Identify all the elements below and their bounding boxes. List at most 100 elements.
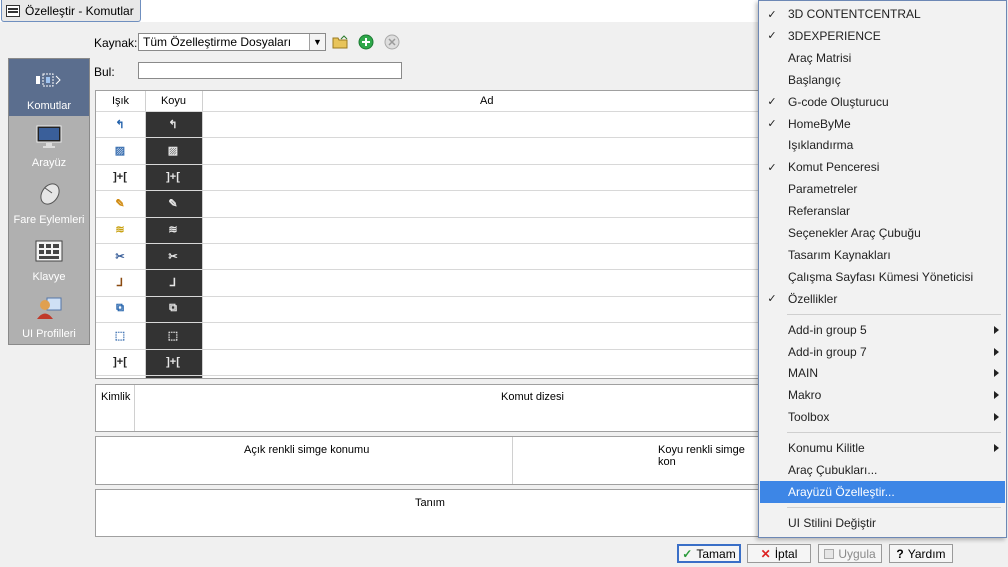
menu-item[interactable]: Arayüzü Özelleştir... (760, 480, 1005, 503)
menu-item[interactable]: Add-in group 5 (760, 319, 1005, 341)
table-row[interactable]: ⬚ ⬚ (96, 322, 764, 348)
menu-item-label: Referanslar (788, 204, 851, 219)
menu-item[interactable]: Referanslar (760, 200, 1005, 222)
command-light-icon: ▨ (114, 144, 126, 157)
nav-item-interface[interactable]: Arayüz (9, 116, 89, 173)
menu-item[interactable]: Araç Matrisi (760, 47, 1005, 69)
find-input[interactable] (138, 62, 402, 79)
row-divider (96, 163, 764, 165)
commands-icon (34, 68, 64, 92)
menu-item[interactable]: ✓ Komut Penceresi (760, 156, 1005, 178)
icon-location-box: Açık renkli simge konumu Koyu renkli sim… (95, 436, 765, 485)
menu-item[interactable]: Makro (760, 384, 1005, 406)
command-light-icon: ✂ (115, 250, 125, 263)
menu-item-label: Konumu Kilitle (788, 441, 865, 456)
row-divider (96, 243, 764, 244)
menu-item[interactable]: Add-in group 7 (760, 341, 1005, 363)
chevron-right-icon (994, 413, 999, 422)
menu-item-label: Makro (788, 388, 822, 403)
nav-item-ui-profiles[interactable]: UI Profilleri (9, 287, 89, 344)
menu-item[interactable]: Tasarım Kaynakları (760, 244, 1005, 266)
open-folder-icon (332, 35, 348, 49)
close-icon: ✕ (760, 546, 771, 561)
menu-item[interactable]: ✓ 3D CONTENTCENTRAL (760, 3, 1005, 25)
description-label: Tanım (415, 497, 445, 509)
row-divider (96, 216, 764, 218)
menu-item[interactable]: ✓ HomeByMe (760, 113, 1005, 135)
table-row[interactable]: ✂ ✂ (96, 243, 764, 269)
id-label: Kimlik (101, 391, 131, 403)
table-row[interactable]: ⅃ ⅃ (96, 269, 764, 295)
command-dark-icon: ✎ (168, 197, 178, 210)
command-dark-icon: ⧉ (169, 302, 177, 315)
menu-item-label: Seçenekler Araç Çubuğu (788, 226, 921, 240)
open-folder-button[interactable] (331, 33, 349, 51)
menu-item-label: Add-in group 5 (788, 322, 867, 337)
menu-item-label: Işıklandırma (788, 138, 854, 153)
command-light-icon: ]+[ (113, 355, 127, 368)
nav-item-mouse-gestures[interactable]: Fare Eylemleri (9, 173, 89, 230)
command-string-label: Komut dizesi (501, 391, 564, 403)
remove-button[interactable] (383, 33, 401, 51)
ok-button[interactable]: ✓ Tamam (677, 544, 741, 563)
menu-item-label: Başlangıç (788, 72, 841, 87)
menu-item[interactable]: ✓ G-code Oluşturucu (760, 91, 1005, 113)
command-light-icon: ⅃ (116, 276, 124, 289)
cancel-button[interactable]: ✕ İptal (747, 544, 811, 563)
command-dark-icon: ]+[ (166, 170, 180, 183)
apply-button[interactable]: Uygula (818, 544, 882, 563)
menu-item-label: HomeByMe (788, 116, 851, 131)
command-dark-icon: ⬚ (167, 329, 179, 342)
menu-item[interactable]: Toolbox (760, 406, 1005, 428)
menu-item[interactable]: Seçenekler Araç Çubuğu (760, 222, 1005, 244)
menu-item[interactable]: Konumu Kilitle (760, 437, 1005, 459)
command-dark-icon: ≋ (168, 224, 178, 237)
command-light-icon: ⧉ (116, 302, 124, 315)
nav-label-commands: Komutlar (26, 100, 72, 112)
table-row[interactable]: ⧉ ⧉ (96, 296, 764, 322)
menu-item[interactable]: ✓ Özellikler (760, 288, 1005, 310)
left-navigation: Komutlar Arayüz Fare Eylemleri Klavye UI… (8, 58, 90, 345)
source-dropdown[interactable]: Tüm Özelleştirme Dosyaları ▼ (138, 33, 326, 51)
menu-item[interactable]: Çalışma Sayfası Kümesi Yöneticisi (760, 266, 1005, 288)
nav-label-interface: Arayüz (31, 157, 67, 169)
table-row[interactable]: ≋ ≋ (96, 217, 764, 243)
menu-item[interactable]: Araç Çubukları... (760, 459, 1005, 481)
chevron-down-icon[interactable]: ▼ (309, 34, 325, 50)
column-divider (134, 385, 135, 431)
row-divider (96, 348, 764, 350)
command-light-icon: ⬚ (114, 329, 126, 342)
help-button[interactable]: ? Yardım (889, 544, 953, 563)
menu-item-label: Arayüzü Özelleştir... (788, 484, 895, 499)
nav-item-commands[interactable]: Komutlar (9, 59, 89, 116)
table-row[interactable]: ]+[]+[ (96, 164, 764, 190)
column-header-dark[interactable]: Koyu (145, 91, 202, 111)
menu-item[interactable]: Başlangıç (760, 69, 1005, 91)
menu-item[interactable]: UI Stilini Değiştir (760, 512, 1005, 534)
command-id-box: Kimlik Komut dizesi (95, 384, 765, 432)
column-header-name[interactable]: Ad (202, 91, 764, 111)
ok-button-label: Tamam (696, 546, 736, 561)
chevron-right-icon (994, 444, 999, 453)
menu-item-label: Parametreler (788, 182, 858, 197)
row-divider (96, 375, 764, 376)
table-row[interactable]: ▨ ▨ (96, 137, 764, 163)
menu-item-label: G-code Oluşturucu (788, 94, 889, 109)
nav-label-keyboard: Klavye (32, 271, 66, 283)
menu-item[interactable]: Parametreler (760, 178, 1005, 200)
table-row[interactable]: ↰ ↰ (96, 111, 764, 137)
menu-item[interactable]: ✓ 3DEXPERIENCE (760, 25, 1005, 47)
menu-item-label: Toolbox (788, 410, 830, 425)
command-light-icon: ≋ (115, 224, 125, 237)
menu-item-label: MAIN (788, 366, 818, 381)
column-header-light[interactable]: Işık (96, 91, 145, 111)
menu-item[interactable]: MAIN (760, 362, 1005, 384)
command-dark-icon: ↰ (168, 118, 178, 131)
menu-item[interactable]: Işıklandırma (760, 134, 1005, 156)
add-button[interactable] (357, 33, 375, 51)
table-row[interactable]: ]+[]+[ (96, 349, 764, 375)
check-icon: ✓ (767, 8, 777, 21)
command-light-icon: ↰ (115, 118, 125, 131)
nav-item-keyboard[interactable]: Klavye (9, 230, 89, 287)
table-row[interactable]: ✎ ✎ (96, 190, 764, 216)
